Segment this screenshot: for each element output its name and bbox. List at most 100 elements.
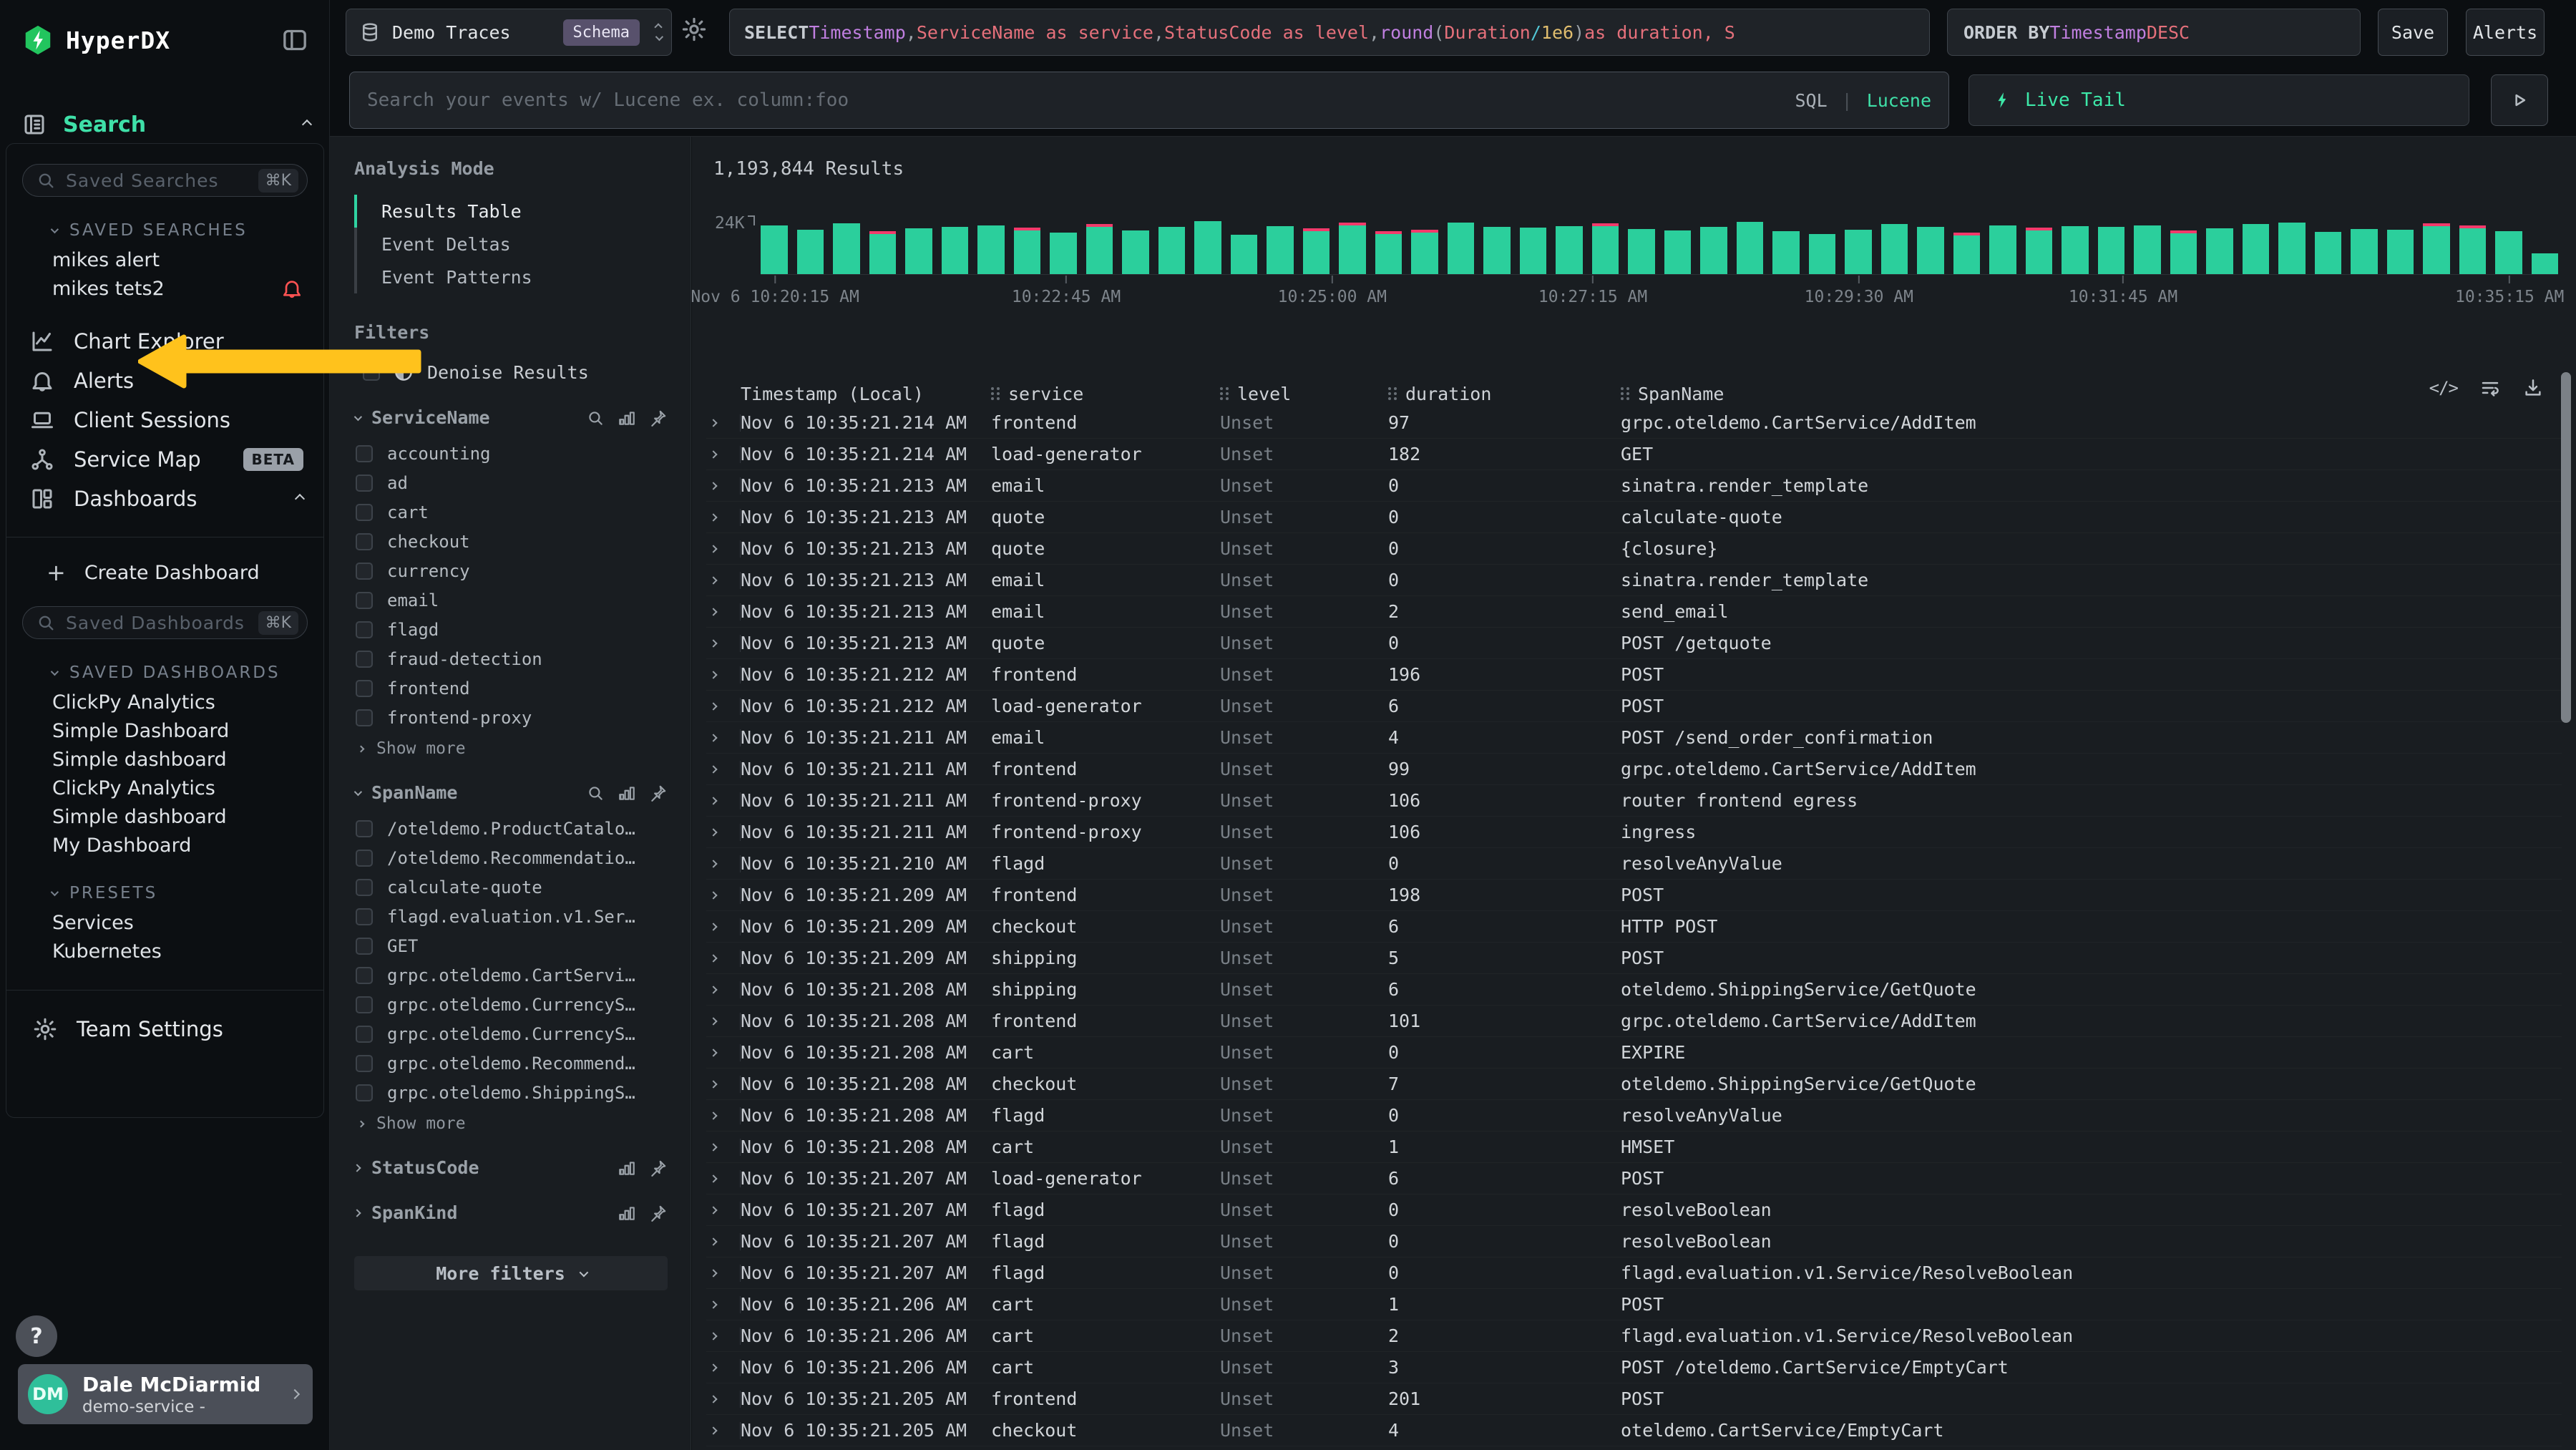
row-expand-cell[interactable]	[706, 1328, 741, 1345]
saved-dashboard-item[interactable]: Simple Dashboard	[6, 716, 323, 745]
column-header[interactable]: level	[1220, 384, 1388, 404]
histogram-bar[interactable]	[1448, 223, 1475, 274]
histogram-bar[interactable]	[1375, 231, 1402, 274]
row-expand-cell[interactable]	[706, 603, 741, 621]
pin-icon[interactable]	[649, 1159, 668, 1177]
filter-group-header[interactable]: SpanName	[354, 782, 668, 803]
view-code-icon[interactable]: </>	[2429, 378, 2458, 398]
histogram-bar[interactable]	[1664, 230, 1692, 274]
row-expand-cell[interactable]	[706, 792, 741, 809]
histogram-bar[interactable]	[1158, 227, 1186, 274]
histogram-bar[interactable]	[1592, 223, 1619, 274]
row-expand-cell[interactable]	[706, 572, 741, 589]
filter-item[interactable]: currency	[354, 561, 668, 581]
mode-lucene-toggle[interactable]: Lucene	[1867, 90, 1931, 111]
row-expand-cell[interactable]	[706, 540, 741, 558]
filter-item[interactable]: cart	[354, 502, 668, 522]
filter-checkbox[interactable]	[356, 651, 373, 668]
saved-dashboard-item[interactable]: Simple dashboard	[6, 802, 323, 831]
save-button[interactable]: Save	[2378, 9, 2448, 56]
histogram-bar[interactable]	[905, 228, 932, 274]
histogram-bar[interactable]	[1737, 222, 1764, 274]
show-more-button[interactable]: Show more	[358, 1114, 668, 1133]
row-expand-cell[interactable]	[706, 1296, 741, 1313]
histogram-bar[interactable]	[2387, 230, 2414, 274]
histogram-bar[interactable]	[2170, 230, 2197, 274]
filter-checkbox[interactable]	[356, 680, 373, 697]
filter-item[interactable]: frontend	[354, 678, 668, 699]
saved-dashboards-input[interactable]: Saved Dashboards ⌘K	[22, 606, 308, 639]
histogram-bar[interactable]	[1303, 228, 1330, 274]
histogram-bar[interactable]	[2098, 227, 2125, 274]
histogram-bar[interactable]	[1772, 231, 1800, 274]
row-expand-cell[interactable]	[706, 477, 741, 495]
histogram-bar[interactable]	[2315, 232, 2342, 274]
row-expand-cell[interactable]	[706, 1391, 741, 1408]
row-expand-cell[interactable]	[706, 855, 741, 872]
row-expand-cell[interactable]	[706, 1359, 741, 1376]
histogram-bar[interactable]	[2243, 224, 2270, 274]
filter-checkbox[interactable]	[356, 504, 373, 521]
nav-item-dashboards[interactable]: Dashboards	[6, 479, 323, 518]
histogram-bar[interactable]	[1086, 224, 1113, 274]
filter-item[interactable]: grpc.oteldemo.CartServi…	[354, 965, 668, 986]
row-expand-cell[interactable]	[706, 635, 741, 652]
filter-item[interactable]: /oteldemo.Recommendatio…	[354, 848, 668, 868]
filter-checkbox[interactable]	[356, 533, 373, 550]
histogram-bar[interactable]	[977, 225, 1005, 274]
table-row[interactable]: Nov 6 10:35:21.206 AMcartUnset3POST /ote…	[706, 1352, 2562, 1383]
table-row[interactable]: Nov 6 10:35:21.212 AMfrontendUnset196POS…	[706, 659, 2562, 691]
filter-item[interactable]: grpc.oteldemo.CurrencyS…	[354, 995, 668, 1015]
saved-dashboard-item[interactable]: My Dashboard	[6, 831, 323, 860]
analysis-mode-option[interactable]: Event Patterns	[354, 261, 668, 293]
filter-checkbox[interactable]	[356, 1084, 373, 1101]
search-icon[interactable]	[586, 784, 605, 802]
histogram-bar[interactable]	[1483, 227, 1511, 274]
saved-searches-header[interactable]: SAVED SEARCHES	[51, 221, 323, 240]
table-row[interactable]: Nov 6 10:35:21.207 AMflagdUnset0resolveB…	[706, 1226, 2562, 1257]
nav-item-chart-explorer[interactable]: Chart Explorer	[6, 321, 323, 361]
histogram-bar[interactable]	[2351, 229, 2378, 274]
table-row[interactable]: Nov 6 10:35:21.213 AMemailUnset0sinatra.…	[706, 470, 2562, 502]
filter-item[interactable]: fraud-detection	[354, 649, 668, 669]
table-row[interactable]: Nov 6 10:35:21.213 AMquoteUnset0{closure…	[706, 533, 2562, 565]
table-row[interactable]: Nov 6 10:35:21.207 AMflagdUnset0flagd.ev…	[706, 1257, 2562, 1289]
histogram-bar[interactable]	[2423, 223, 2450, 274]
filter-group-header[interactable]: StatusCode	[354, 1157, 668, 1178]
denoise-checkbox[interactable]	[363, 364, 380, 381]
column-header[interactable]: Timestamp (Local)	[741, 384, 991, 404]
table-row[interactable]: Nov 6 10:35:21.208 AMcheckoutUnset7oteld…	[706, 1069, 2562, 1100]
drag-handle-icon[interactable]	[1621, 387, 1629, 400]
create-dashboard-button[interactable]: + Create Dashboard	[47, 559, 323, 586]
filter-checkbox[interactable]	[356, 475, 373, 492]
filter-group-header[interactable]: ServiceName	[354, 407, 668, 428]
histogram-bar[interactable]	[2206, 228, 2233, 274]
row-expand-cell[interactable]	[706, 824, 741, 841]
histogram-bar[interactable]	[1809, 234, 1836, 274]
filter-item[interactable]: email	[354, 590, 668, 610]
row-expand-cell[interactable]	[706, 1233, 741, 1250]
nav-item-team-settings[interactable]: Team Settings	[32, 1016, 323, 1042]
nav-item-service-map[interactable]: Service Map BETA	[6, 439, 323, 479]
filter-item[interactable]: checkout	[354, 532, 668, 552]
run-query-button[interactable]	[2491, 74, 2548, 126]
histogram-bar[interactable]	[1845, 230, 1872, 274]
analysis-mode-option[interactable]: Results Table	[354, 195, 668, 228]
pin-icon[interactable]	[649, 409, 668, 427]
filter-checkbox[interactable]	[356, 938, 373, 955]
filter-checkbox[interactable]	[356, 879, 373, 896]
histogram-bar[interactable]	[2459, 225, 2487, 274]
table-row[interactable]: Nov 6 10:35:21.210 AMflagdUnset0resolveA…	[706, 848, 2562, 880]
row-expand-cell[interactable]	[706, 1265, 741, 1282]
user-menu[interactable]: DM Dale McDiarmid demo-service -	[18, 1364, 313, 1424]
pin-icon[interactable]	[649, 784, 668, 802]
filter-item[interactable]: grpc.oteldemo.ShippingS…	[354, 1083, 668, 1103]
show-more-button[interactable]: Show more	[358, 739, 668, 758]
row-expand-cell[interactable]	[706, 1076, 741, 1093]
filter-item[interactable]: accounting	[354, 444, 668, 464]
table-row[interactable]: Nov 6 10:35:21.212 AMload-generatorUnset…	[706, 691, 2562, 722]
filter-checkbox[interactable]	[356, 709, 373, 726]
row-expand-cell[interactable]	[706, 918, 741, 935]
filter-item[interactable]: /oteldemo.ProductCatalo…	[354, 819, 668, 839]
histogram-bar[interactable]	[1122, 230, 1149, 274]
